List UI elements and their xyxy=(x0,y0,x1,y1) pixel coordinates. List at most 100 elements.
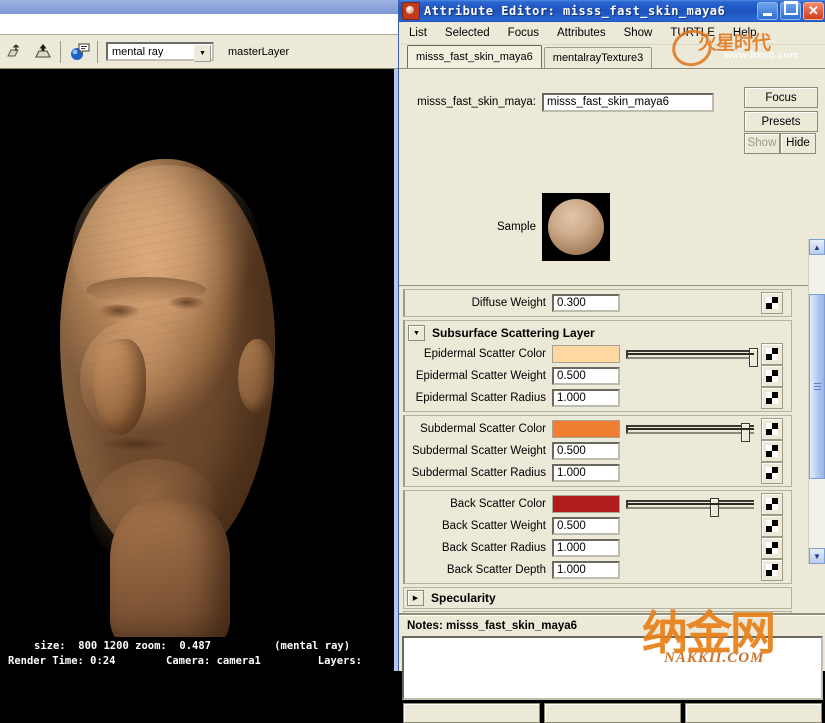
epidermal-scatter-radius-value: 1.000 xyxy=(557,392,586,404)
checker-map-icon[interactable] xyxy=(761,537,783,559)
epidermal-scatter-color-row: Epidermal Scatter Color xyxy=(405,343,791,367)
render-view-window: mental ray ▼ masterLayer size: 800 1200 … xyxy=(0,0,398,671)
menu-help[interactable]: Help xyxy=(733,27,757,39)
back-scatter-color-swatch[interactable] xyxy=(552,495,620,513)
render-view-menubar xyxy=(0,14,398,35)
subdermal-scatter-radius-row: Subdermal Scatter Radius 1.000 xyxy=(405,462,791,484)
window-title: Attribute Editor: misss_fast_skin_maya6 xyxy=(424,4,726,18)
subdermal-scatter-weight-row: Subdermal Scatter Weight 0.500 xyxy=(405,440,791,462)
subdermal-scatter-color-label: Subdermal Scatter Color xyxy=(420,423,546,435)
checker-map-icon[interactable] xyxy=(761,559,783,581)
maximize-button[interactable] xyxy=(780,1,801,20)
back-scatter-weight-label: Back Scatter Weight xyxy=(442,520,546,532)
tab-mentalray-texture3[interactable]: mentalrayTexture3 xyxy=(543,47,653,68)
renderer-select[interactable]: mental ray ▼ xyxy=(106,42,214,62)
menu-turtle[interactable]: TURTLE xyxy=(670,27,715,39)
epidermal-scatter-radius-label: Epidermal Scatter Radius xyxy=(415,392,546,404)
render-image-canvas[interactable]: size: 800 1200 zoom: 0.487 (mental ray) … xyxy=(0,69,394,671)
tab-misss-fast-skin-maya6[interactable]: misss_fast_skin_maya6 xyxy=(407,45,542,68)
subdermal-scatter-slider[interactable] xyxy=(620,420,761,442)
checker-map-icon[interactable] xyxy=(761,387,783,409)
node-header-panel: misss_fast_skin_maya: misss_fast_skin_ma… xyxy=(399,69,825,286)
render-layer-label: masterLayer xyxy=(228,45,290,58)
epidermal-scatter-weight-value: 0.500 xyxy=(557,370,586,382)
render-status-line2: Render Time: 0:24 Camera: camera1 Layers… xyxy=(8,655,363,667)
checker-map-icon[interactable] xyxy=(761,365,783,387)
bump-shader-section[interactable]: ▶ Bump Shader xyxy=(403,611,792,615)
focus-button[interactable]: Focus xyxy=(744,87,818,108)
diffuse-weight-value: 0.300 xyxy=(557,297,586,309)
triangle-down-icon[interactable]: ▼ xyxy=(408,325,425,341)
subdermal-scatter-radius-label: Subdermal Scatter Radius xyxy=(411,467,546,479)
back-scatter-weight-input[interactable]: 0.500 xyxy=(552,517,620,535)
notes-textarea[interactable] xyxy=(402,636,823,700)
rendered-head-image xyxy=(0,69,394,671)
checker-map-icon[interactable] xyxy=(761,440,783,462)
minimize-icon xyxy=(763,13,772,16)
checker-map-icon[interactable] xyxy=(761,418,783,440)
subsurface-section-header[interactable]: ▼ Subsurface Scattering Layer xyxy=(405,323,791,343)
attributes-scrollbar[interactable]: ▲ ▼ xyxy=(808,239,825,564)
node-name-input[interactable]: misss_fast_skin_maya6 xyxy=(542,92,714,112)
node-type-label: misss_fast_skin_maya: xyxy=(417,96,536,108)
checker-map-icon[interactable] xyxy=(761,515,783,537)
render-view-toolbar: mental ray ▼ masterLayer xyxy=(0,35,398,69)
subsurface-scattering-layer-group: ▼ Subsurface Scattering Layer Epidermal … xyxy=(403,320,792,412)
back-scatter-radius-input[interactable]: 1.000 xyxy=(552,539,620,557)
menu-list[interactable]: List xyxy=(409,27,427,39)
close-button[interactable]: ✕ xyxy=(803,2,824,20)
hide-button[interactable]: Hide xyxy=(780,132,816,154)
epidermal-scatter-radius-input[interactable]: 1.000 xyxy=(552,389,620,407)
subdermal-scatter-weight-input[interactable]: 0.500 xyxy=(552,442,620,460)
screen-root: mental ray ▼ masterLayer size: 800 1200 … xyxy=(0,0,825,723)
checker-map-icon[interactable] xyxy=(761,493,783,515)
attributes-scroll-area[interactable]: Diffuse Weight 0.300 ▼ Subsurface Scatte… xyxy=(399,286,825,615)
attribute-editor-window: Attribute Editor: misss_fast_skin_maya6 … xyxy=(398,0,825,723)
epidermal-scatter-radius-row: Epidermal Scatter Radius 1.000 xyxy=(405,387,791,409)
triangle-right-icon[interactable]: ▶ xyxy=(407,590,424,606)
notes-label: Notes: misss_fast_skin_maya6 xyxy=(407,620,578,632)
render-view-status-bar: size: 800 1200 zoom: 0.487 (mental ray) … xyxy=(0,637,394,671)
maximize-icon xyxy=(783,1,798,15)
sample-swatch[interactable] xyxy=(542,193,610,261)
scrollbar-thumb[interactable] xyxy=(809,294,825,479)
menu-show[interactable]: Show xyxy=(624,27,653,39)
back-scatter-slider[interactable] xyxy=(620,495,761,517)
back-scatter-color-label: Back Scatter Color xyxy=(450,498,546,510)
attribute-editor-menubar: List Selected Focus Attributes Show TURT… xyxy=(399,22,825,72)
attribute-editor-titlebar[interactable]: Attribute Editor: misss_fast_skin_maya6 … xyxy=(399,0,825,22)
epidermal-scatter-weight-input[interactable]: 0.500 xyxy=(552,367,620,385)
epidermal-scatter-color-label: Epidermal Scatter Color xyxy=(423,348,546,360)
diffuse-weight-input[interactable]: 0.300 xyxy=(552,294,620,312)
epidermal-scatter-slider[interactable] xyxy=(620,345,761,367)
subdermal-scatter-color-swatch[interactable] xyxy=(552,420,620,438)
close-icon: ✕ xyxy=(808,3,819,18)
bottom-button-3[interactable] xyxy=(685,703,822,723)
snapshot-icon[interactable] xyxy=(67,39,93,65)
menu-focus[interactable]: Focus xyxy=(508,27,539,39)
scroll-down-button[interactable]: ▼ xyxy=(809,548,825,564)
menu-selected[interactable]: Selected xyxy=(445,27,490,39)
presets-button[interactable]: Presets xyxy=(744,111,818,132)
chevron-down-icon[interactable]: ▼ xyxy=(194,45,211,62)
back-scatter-weight-value: 0.500 xyxy=(557,520,586,532)
bottom-button-1[interactable] xyxy=(403,703,540,723)
subdermal-scatter-weight-value: 0.500 xyxy=(557,445,586,457)
checker-map-icon[interactable] xyxy=(761,292,783,314)
show-button: Show xyxy=(744,132,780,154)
back-scatter-depth-input[interactable]: 1.000 xyxy=(552,561,620,579)
triangle-right-icon[interactable]: ▶ xyxy=(407,614,424,615)
menu-attributes[interactable]: Attributes xyxy=(557,27,606,39)
specularity-section[interactable]: ▶ Specularity xyxy=(403,587,792,609)
subdermal-scatter-radius-input[interactable]: 1.000 xyxy=(552,464,620,482)
render-status-line1: size: 800 1200 zoom: 0.487 (mental ray) xyxy=(34,640,351,652)
minimize-button[interactable] xyxy=(757,2,778,20)
scroll-up-button[interactable]: ▲ xyxy=(809,239,825,255)
epidermal-scatter-color-swatch[interactable] xyxy=(552,345,620,363)
save-image-icon[interactable] xyxy=(30,39,56,65)
load-image-icon[interactable] xyxy=(2,39,28,65)
tab-label: misss_fast_skin_maya6 xyxy=(416,51,533,63)
checker-map-icon[interactable] xyxy=(761,343,783,365)
bottom-button-2[interactable] xyxy=(544,703,681,723)
checker-map-icon[interactable] xyxy=(761,462,783,484)
